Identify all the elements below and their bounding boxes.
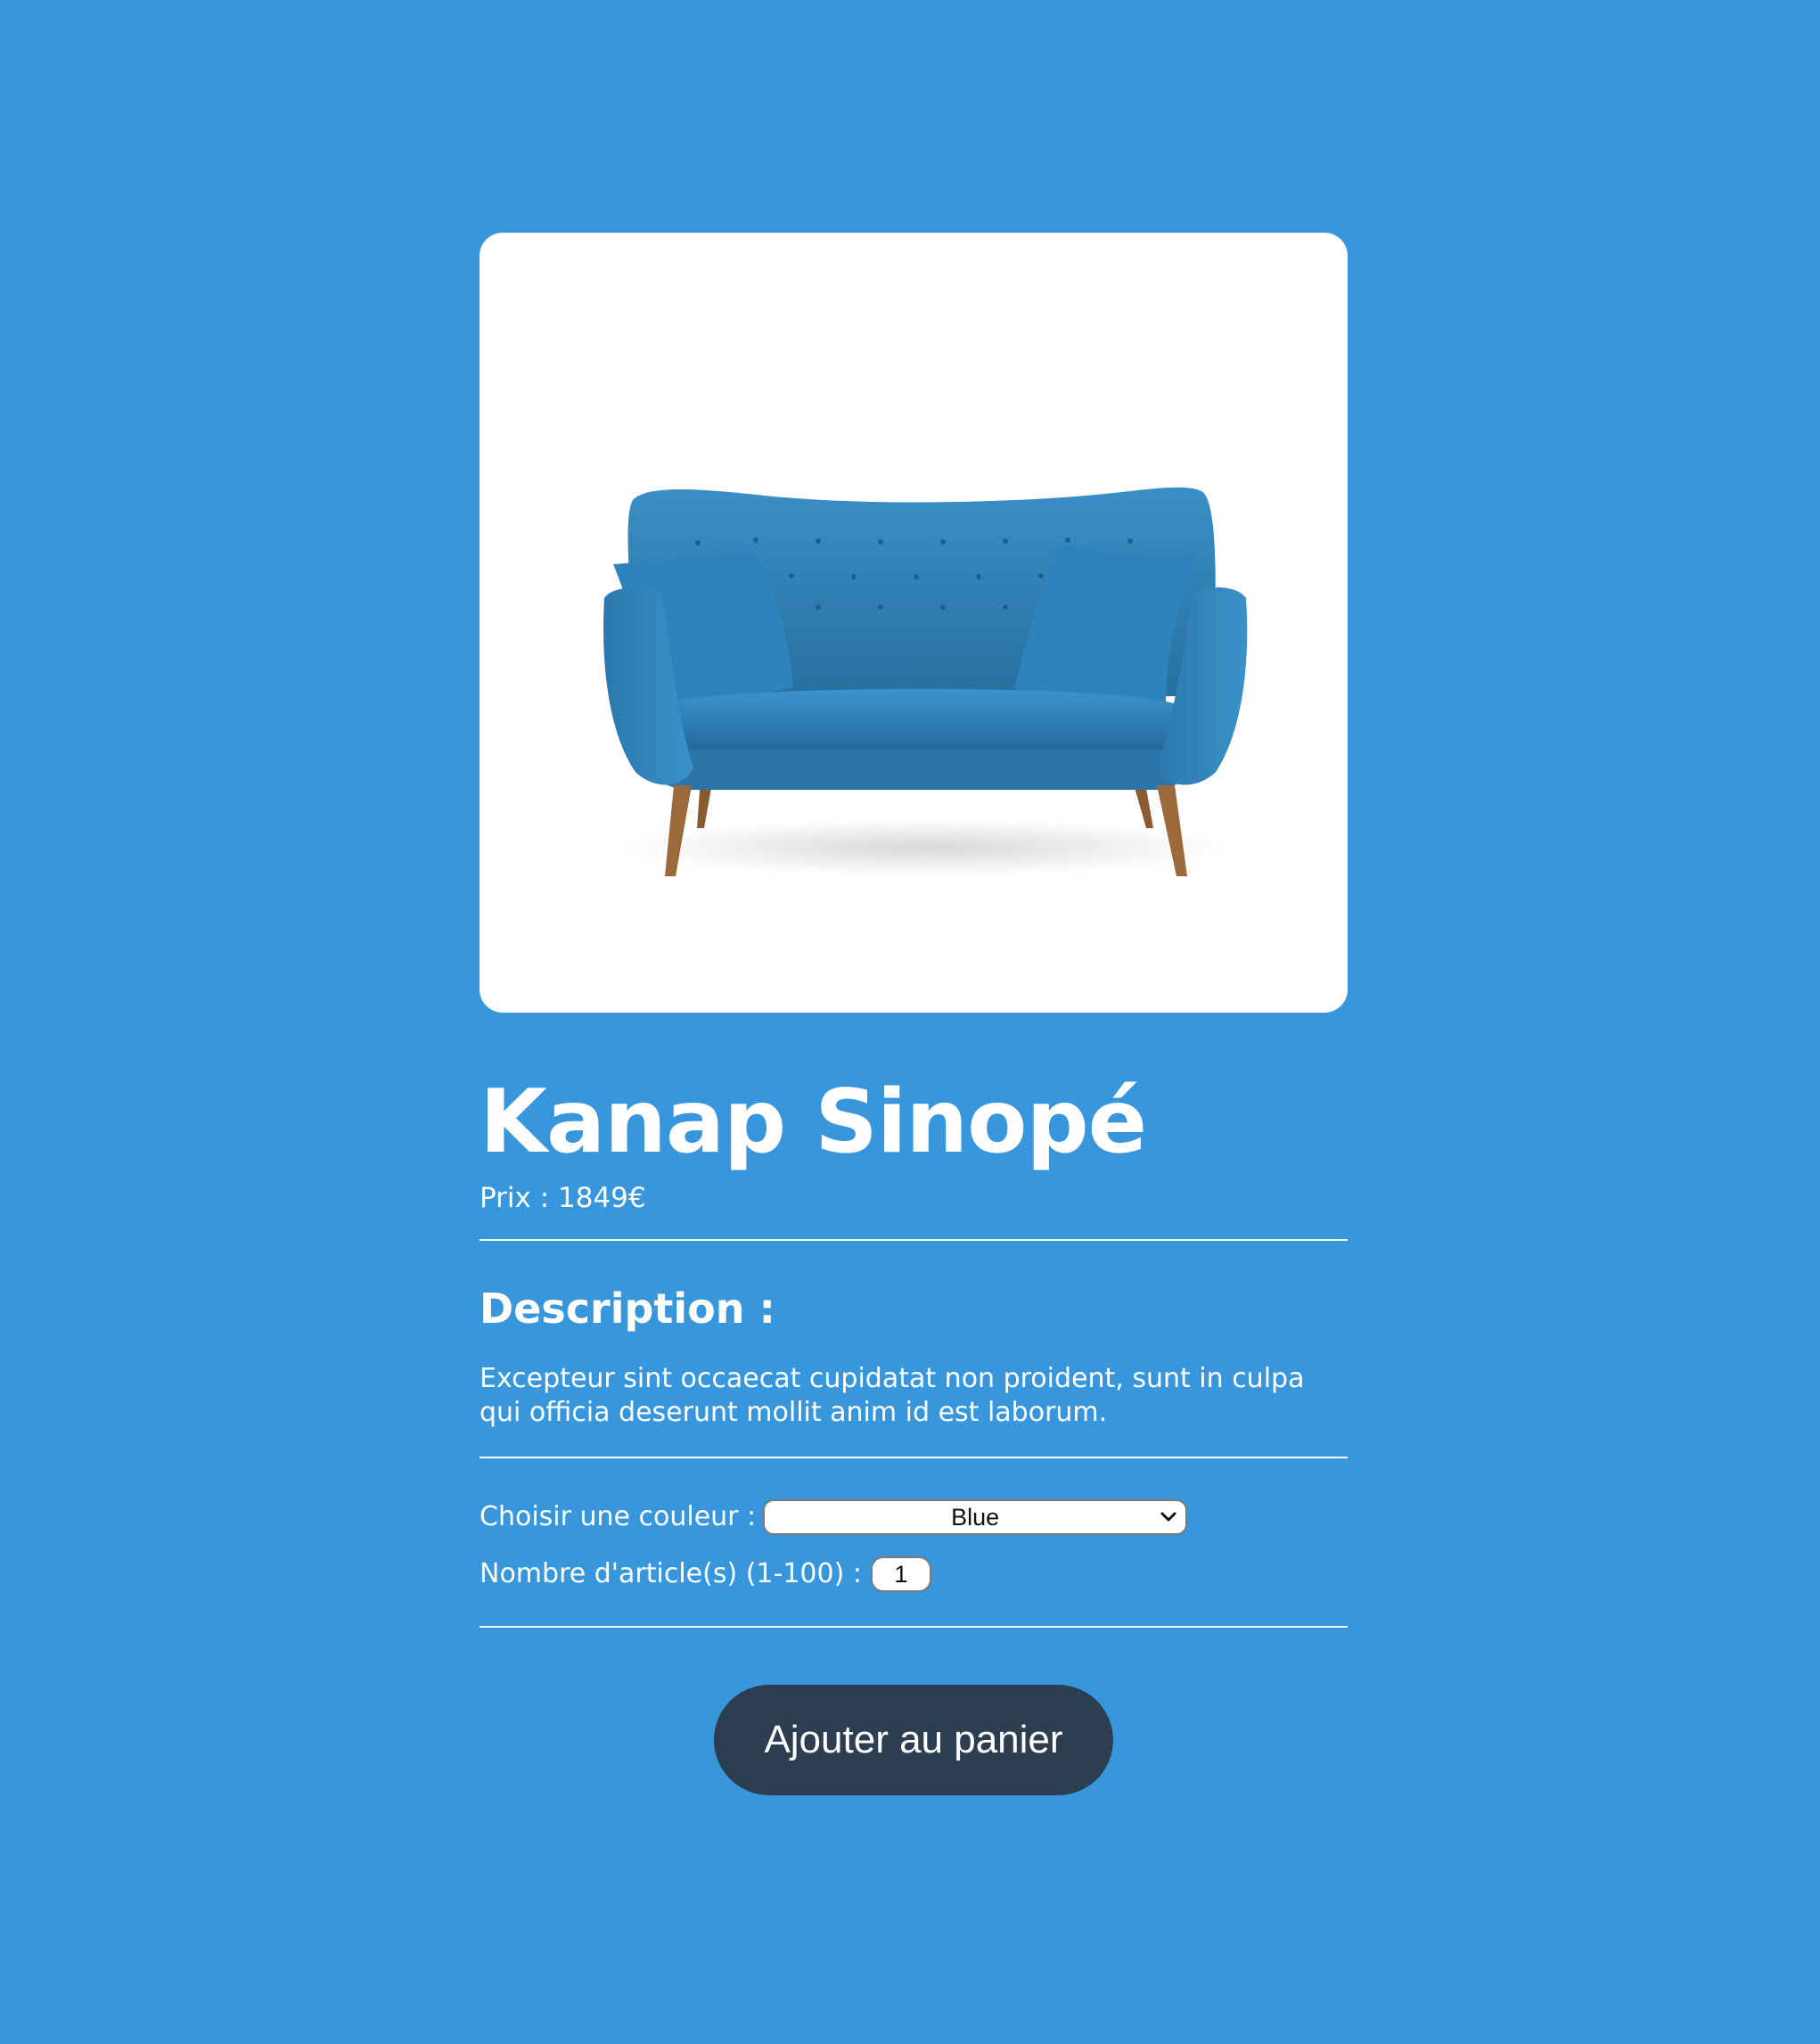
product-image-card	[480, 233, 1348, 1013]
color-selected-value: Blue	[951, 1504, 1000, 1531]
sofa-image	[603, 487, 1248, 876]
add-to-cart-button[interactable]: Ajouter au panier	[714, 1685, 1113, 1795]
price-label: Prix :	[480, 1182, 559, 1214]
quantity-label: Nombre d'article(s) (1-100) :	[480, 1558, 862, 1589]
divider	[480, 1457, 1348, 1458]
quantity-value: 1	[894, 1561, 908, 1588]
chevron-down-icon	[1160, 1512, 1176, 1522]
product-section: Kanap Sinopé Prix : 1849€ Description : …	[480, 233, 1348, 1795]
product-options: Choisir une couleur : Blue Nombre d'arti…	[480, 1499, 1348, 1592]
add-to-cart-wrapper: Ajouter au panier	[480, 1685, 1348, 1795]
color-option-row: Choisir une couleur : Blue	[480, 1499, 1348, 1535]
product-price: Prix : 1849€	[480, 1180, 1348, 1216]
price-currency: €	[627, 1182, 646, 1214]
color-label: Choisir une couleur :	[480, 1501, 757, 1532]
price-value: 1849	[558, 1182, 628, 1214]
divider	[480, 1626, 1348, 1628]
description-heading: Description :	[480, 1285, 775, 1333]
color-select[interactable]: Blue	[763, 1499, 1188, 1535]
divider	[480, 1239, 1348, 1241]
quantity-input[interactable]: 1	[870, 1556, 931, 1592]
description-text: Excepteur sint occaecat cupidatat non pr…	[480, 1363, 1305, 1428]
quantity-option-row: Nombre d'article(s) (1-100) : 1	[480, 1556, 1348, 1592]
product-title: Kanap Sinopé	[480, 1071, 1147, 1173]
